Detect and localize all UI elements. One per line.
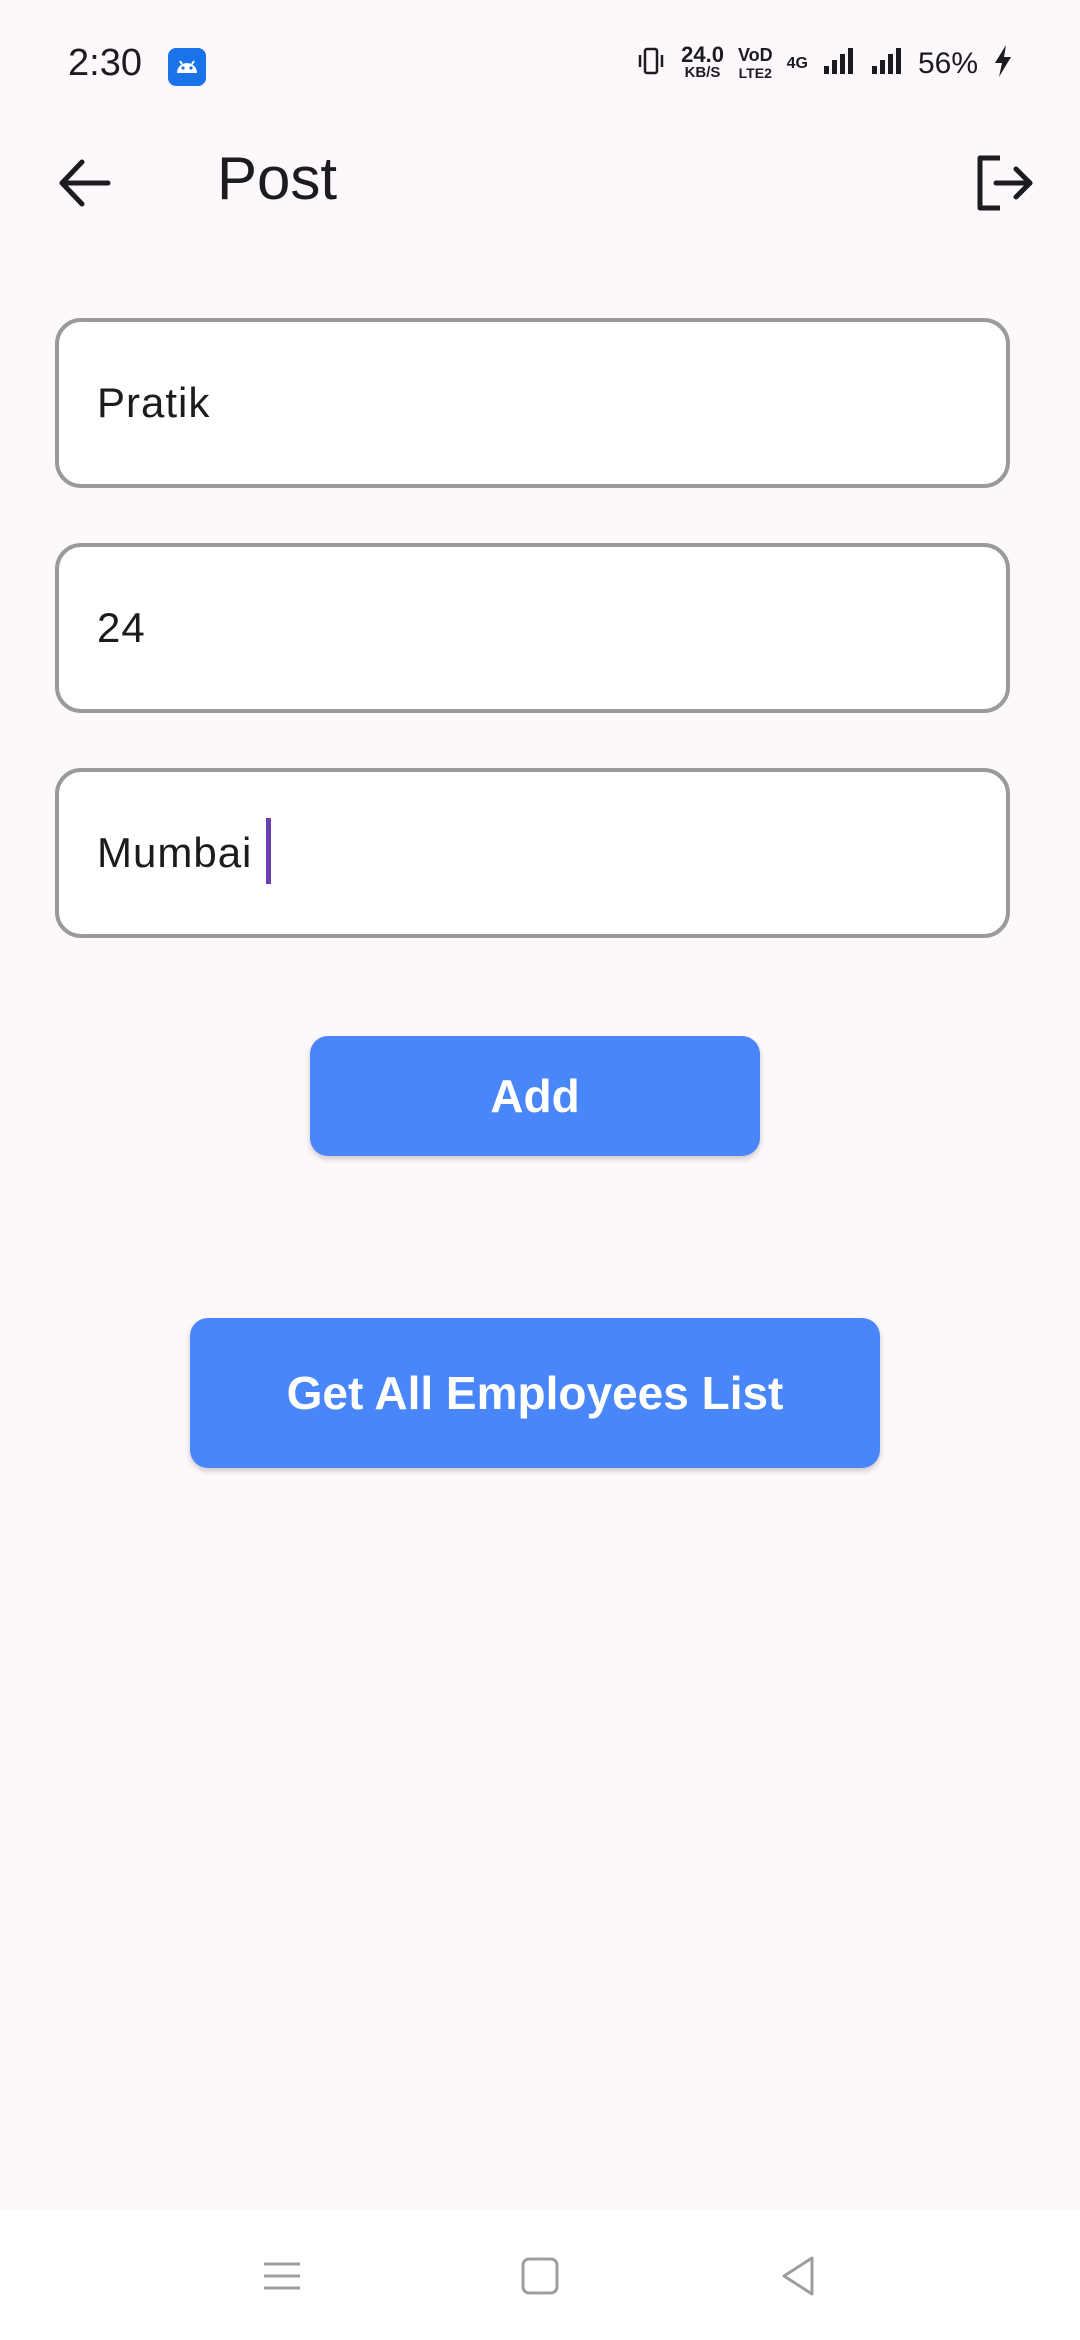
network-type: 4G bbox=[786, 54, 808, 72]
page-title: Post bbox=[217, 145, 338, 212]
menu-icon[interactable] bbox=[252, 2246, 312, 2306]
arrow-left-icon bbox=[59, 159, 111, 207]
name-field[interactable] bbox=[55, 318, 1010, 488]
text-cursor bbox=[266, 818, 271, 884]
android-notification-icon bbox=[168, 48, 206, 86]
add-button[interactable]: Add bbox=[310, 1036, 760, 1156]
age-input[interactable] bbox=[97, 604, 957, 652]
back-button[interactable] bbox=[50, 148, 120, 218]
system-nav-bar bbox=[0, 2210, 1080, 2340]
home-icon[interactable] bbox=[510, 2246, 570, 2306]
status-bar: 2:30 24.0 KB/S VoD LTE2 4G 56% bbox=[0, 0, 1080, 130]
signal-icon bbox=[822, 46, 856, 81]
battery-level: 56% bbox=[917, 46, 978, 80]
city-field[interactable] bbox=[55, 768, 1010, 938]
status-icons: 24.0 KB/S VoD LTE2 4G 56% bbox=[635, 41, 1014, 83]
get-all-employees-button[interactable]: Get All Employees List bbox=[190, 1318, 880, 1468]
vibrate-icon bbox=[635, 45, 667, 82]
name-input[interactable] bbox=[97, 379, 957, 427]
app-bar: Post bbox=[0, 130, 1080, 230]
age-field[interactable] bbox=[55, 543, 1010, 713]
status-time: 2:30 bbox=[68, 42, 142, 84]
volte-indicator: VoD LTE2 bbox=[737, 44, 773, 81]
logout-button[interactable] bbox=[970, 148, 1040, 218]
logout-icon bbox=[977, 155, 1033, 211]
charging-icon bbox=[992, 44, 1014, 83]
back-icon[interactable] bbox=[768, 2246, 828, 2306]
city-input[interactable] bbox=[97, 829, 957, 877]
signal-icon bbox=[870, 46, 904, 81]
net-speed: 24.0 KB/S bbox=[681, 41, 724, 81]
